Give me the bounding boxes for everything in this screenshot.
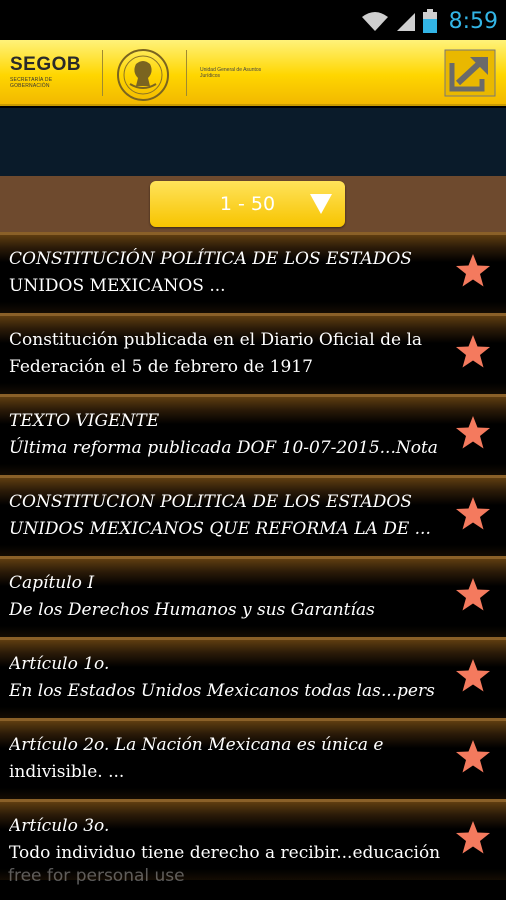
- list-item-line2: UNIDOS MEXICANOS QUE REFORMA LA DE ...: [9, 519, 431, 539]
- divider: [102, 50, 103, 96]
- favorite-star-icon[interactable]: [454, 252, 492, 290]
- article-list: CONSTITUCIÓN POLÍTICA DE LOS ESTADOS UNID…: [0, 232, 506, 900]
- unit-name: Unidad General de Asuntos Jurídicos: [200, 67, 262, 79]
- wifi-icon: [361, 12, 388, 31]
- favorite-star-icon[interactable]: [454, 576, 492, 614]
- list-item-line1: Constitución publicada en el Diario Ofic…: [9, 330, 423, 350]
- national-seal-icon: [117, 49, 169, 101]
- signal-icon: [396, 13, 415, 31]
- list-item-line1: Capítulo I: [9, 573, 95, 593]
- list-item-text: Capítulo I De los Derechos Humanos y sus …: [9, 570, 445, 626]
- list-item-line2: UNIDOS MEXICANOS ...: [9, 276, 226, 296]
- list-item[interactable]: Artículo 1o. En los Estados Unidos Mexica…: [0, 637, 506, 718]
- list-item[interactable]: Artículo 2o. La Nación Mexicana es única…: [0, 718, 506, 799]
- list-item-line1: CONSTITUCION POLITICA DE LOS ESTADOS: [9, 492, 412, 512]
- list-item-line2: De los Derechos Humanos y sus Garantías: [9, 600, 375, 620]
- list-item-line2: Federación el 5 de febrero de 1917: [9, 357, 313, 377]
- list-item[interactable]: Capítulo I De los Derechos Humanos y sus …: [0, 556, 506, 637]
- list-item-text: CONSTITUCION POLITICA DE LOS ESTADOS UNID…: [9, 489, 445, 545]
- favorite-star-icon[interactable]: [454, 738, 492, 776]
- list-item-line1: Artículo 1o.: [9, 654, 110, 674]
- favorite-star-icon[interactable]: [454, 414, 492, 452]
- list-item-line1: Artículo 3o.: [9, 816, 110, 836]
- favorite-star-icon[interactable]: [454, 819, 492, 857]
- share-external-icon[interactable]: [444, 49, 496, 97]
- list-item[interactable]: TEXTO VIGENTE Última reforma publicada DO…: [0, 394, 506, 475]
- list-item[interactable]: Constitución publicada en el Diario Ofic…: [0, 313, 506, 394]
- battery-icon: [422, 9, 437, 33]
- list-item-line1: Artículo 2o. La Nación Mexicana es única…: [9, 735, 384, 755]
- brand-subtitle: SECRETARÍA DE GOBERNACIÓN: [10, 77, 53, 89]
- banner: [0, 108, 506, 176]
- list-item-line2: Todo individuo tiene derecho a recibir..…: [9, 843, 441, 863]
- divider: [186, 50, 187, 96]
- favorite-star-icon[interactable]: [454, 657, 492, 695]
- list-item-text: Artículo 1o. En los Estados Unidos Mexica…: [9, 651, 445, 707]
- list-item-line2: En los Estados Unidos Mexicanos todas la…: [9, 681, 435, 701]
- chevron-down-icon: [310, 194, 332, 214]
- status-icons: 8:59: [361, 6, 498, 36]
- list-item-line1: CONSTITUCIÓN POLÍTICA DE LOS ESTADOS: [9, 249, 412, 269]
- brand-name: SEGOB: [10, 54, 82, 75]
- watermark: free for personal use: [8, 866, 185, 886]
- favorite-star-icon[interactable]: [454, 333, 492, 371]
- list-item-text: TEXTO VIGENTE Última reforma publicada DO…: [9, 408, 445, 464]
- list-item-text: Constitución publicada en el Diario Ofic…: [9, 327, 445, 383]
- list-item-line2: indivisible. ...: [9, 762, 125, 782]
- list-item-text: Artículo 3o. Todo individuo tiene derecho…: [9, 813, 445, 869]
- clock: 8:59: [448, 8, 498, 34]
- range-dropdown[interactable]: 1 - 50: [150, 181, 345, 227]
- list-item-line1: TEXTO VIGENTE: [9, 411, 160, 431]
- segob-logo: SEGOB SECRETARÍA DE GOBERNACIÓN: [10, 54, 92, 92]
- favorite-star-icon[interactable]: [454, 495, 492, 533]
- list-item[interactable]: CONSTITUCIÓN POLÍTICA DE LOS ESTADOS UNID…: [0, 232, 506, 313]
- list-item-line2: Última reforma publicada DOF 10-07-2015.…: [9, 438, 438, 458]
- list-item-text: Artículo 2o. La Nación Mexicana es única…: [9, 732, 445, 788]
- app-header: SEGOB SECRETARÍA DE GOBERNACIÓN Unidad G…: [0, 40, 506, 106]
- list-item[interactable]: CONSTITUCION POLITICA DE LOS ESTADOS UNID…: [0, 475, 506, 556]
- list-item-text: CONSTITUCIÓN POLÍTICA DE LOS ESTADOS UNID…: [9, 246, 445, 302]
- status-bar: 8:59: [0, 0, 506, 40]
